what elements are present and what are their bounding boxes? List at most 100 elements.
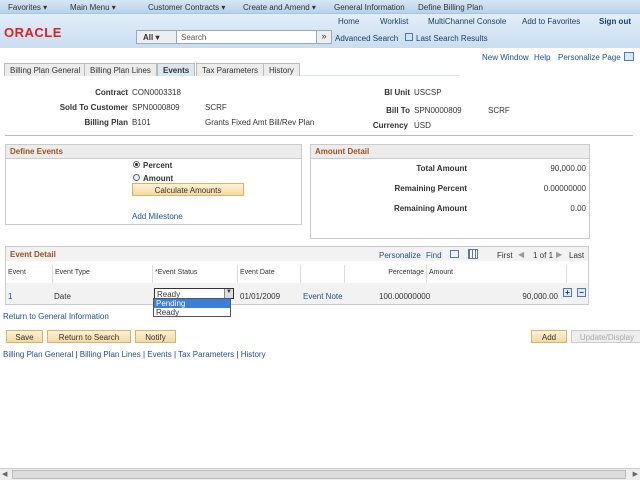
worklist-link[interactable]: Worklist [380, 17, 408, 26]
search-results-icon [405, 33, 413, 41]
next-icon[interactable]: ▶ [556, 250, 562, 259]
breadcrumb-general-info[interactable]: General Information [334, 3, 405, 12]
row-event[interactable]: 1 [8, 292, 12, 301]
billing-plan-label: Billing Plan [84, 118, 128, 127]
tab-events[interactable]: Events [157, 63, 196, 76]
col-event-status: *Event Status [153, 265, 238, 283]
advanced-search-link[interactable]: Advanced Search [335, 34, 398, 43]
previous-icon[interactable]: ◀ [518, 250, 524, 259]
home-link[interactable]: Home [338, 17, 359, 26]
footer-billing-plan-lines[interactable]: Billing Plan Lines [80, 350, 141, 359]
search-input[interactable]: Search [177, 31, 331, 43]
tab-billing-plan-lines[interactable]: Billing Plan Lines [84, 63, 157, 76]
dropdown-arrow-icon[interactable]: ▼ [224, 289, 233, 298]
view-all-icon[interactable] [450, 250, 459, 258]
new-window-link[interactable]: New Window [482, 53, 529, 62]
row-count: 1 of 1 [533, 251, 554, 260]
remaining-percent-label: Remaining Percent [394, 184, 467, 193]
tab-history[interactable]: History [263, 63, 300, 76]
remaining-amount-label: Remaining Amount [393, 204, 467, 213]
billing-plan-value: B101 [132, 118, 151, 127]
event-status-options: Pending Ready [153, 298, 231, 317]
col-note [301, 265, 345, 283]
remaining-amount-value: 0.00 [570, 204, 586, 213]
footer-tax-parameters[interactable]: Tax Parameters [178, 350, 234, 359]
search-scope-select[interactable]: All ▾ [137, 31, 177, 43]
remaining-percent-value: 0.00000000 [543, 184, 586, 193]
add-favorites-link[interactable]: Add to Favorites [522, 17, 580, 26]
total-amount-label: Total Amount [416, 164, 467, 173]
scroll-left-icon[interactable]: ◀ [2, 470, 7, 478]
add-button[interactable]: Add [531, 330, 567, 343]
bu-label: Bl Unit [384, 88, 410, 97]
sold-to-name: SCRF [205, 103, 227, 112]
event-note-link[interactable]: Event Note [303, 292, 343, 301]
divider [5, 135, 633, 136]
currency-value: USD [414, 121, 431, 130]
col-event: Event [6, 265, 53, 283]
add-milestone-link[interactable]: Add Milestone [132, 212, 183, 221]
download-icon[interactable] [468, 249, 478, 259]
save-button[interactable]: Save [6, 330, 43, 343]
personalize-grid-link[interactable]: Personalize [379, 251, 421, 260]
horizontal-scrollbar[interactable]: ◀ ▶ [0, 468, 640, 480]
last-search-link[interactable]: Last Search Results [416, 34, 488, 43]
percent-radio[interactable] [133, 161, 140, 168]
row-percentage: 100.00000000 [379, 292, 431, 301]
breadcrumb-customer-contracts[interactable]: Customer Contracts ▾ [148, 3, 225, 12]
grid-icon[interactable] [624, 52, 634, 61]
col-event-date: Event Date [238, 265, 301, 283]
row-amount: 90,000.00 [522, 292, 558, 301]
bu-value: USCSP [414, 88, 442, 97]
total-amount-value: 90,000.00 [550, 164, 586, 173]
first-label[interactable]: First [497, 251, 513, 260]
scroll-right-icon[interactable]: ▶ [633, 470, 638, 478]
event-detail-grid: Event Detail Personalize Find First ◀ 1 … [5, 246, 589, 305]
footer-history[interactable]: History [241, 350, 266, 359]
delete-row-icon[interactable]: − [577, 288, 586, 297]
update-display-button[interactable]: Update/Display [571, 330, 640, 343]
tab-billing-plan-general[interactable]: Billing Plan General [4, 63, 87, 76]
bill-to-name: SCRF [488, 106, 510, 115]
multichannel-link[interactable]: MultiChannel Console [428, 17, 506, 26]
col-event-type: Event Type [53, 265, 153, 283]
search-bar: All ▾ Search [136, 30, 332, 44]
last-label[interactable]: Last [569, 251, 584, 260]
row-event-type: Date [54, 292, 71, 301]
percent-label: Percent [143, 161, 173, 170]
search-go-button[interactable]: » [316, 30, 332, 44]
contract-value: CON0003318 [132, 88, 181, 97]
calculate-amounts-button[interactable]: Calculate Amounts [132, 183, 244, 196]
favorites-menu[interactable]: Favorites ▾ [8, 3, 47, 12]
col-amount: Amount [427, 265, 567, 283]
footer-billing-plan-general[interactable]: Billing Plan General [3, 350, 73, 359]
breadcrumb-define-billing-plan[interactable]: Define Billing Plan [418, 3, 483, 12]
scrollbar-thumb[interactable] [12, 470, 626, 479]
tab-divider [300, 75, 460, 76]
breadcrumb-create-amend[interactable]: Create and Amend ▾ [243, 3, 316, 12]
help-link[interactable]: Help [534, 53, 550, 62]
amount-radio[interactable] [133, 174, 140, 181]
tab-tax-parameters[interactable]: Tax Parameters [196, 63, 265, 76]
sold-to-value: SPN0000809 [132, 103, 180, 112]
option-pending[interactable]: Pending [154, 299, 230, 308]
top-nav: Favorites ▾ Main Menu ▾ Customer Contrac… [0, 0, 640, 14]
return-general-info-link[interactable]: Return to General Information [3, 312, 109, 321]
option-ready[interactable]: Ready [154, 308, 230, 317]
bill-to-label: Bill To [386, 106, 410, 115]
sold-to-label: Sold To Customer [59, 103, 128, 112]
find-link[interactable]: Find [426, 251, 442, 260]
billing-plan-desc: Grants Fixed Amt Bill/Rev Plan [205, 118, 315, 127]
event-detail-title: Event Detail [10, 250, 56, 259]
notify-button[interactable]: Notify [135, 330, 176, 343]
row-event-date: 01/01/2009 [240, 292, 281, 301]
add-row-icon[interactable]: + [563, 288, 572, 297]
footer-events[interactable]: Events [147, 350, 171, 359]
define-events-title: Define Events [6, 145, 301, 159]
currency-label: Currency [372, 121, 408, 130]
oracle-logo: ORACLE [4, 25, 62, 40]
personalize-page-link[interactable]: Personalize Page [558, 53, 621, 62]
sign-out-link[interactable]: Sign out [599, 17, 631, 26]
main-menu[interactable]: Main Menu ▾ [70, 3, 116, 12]
return-to-search-button[interactable]: Return to Search [47, 330, 131, 343]
